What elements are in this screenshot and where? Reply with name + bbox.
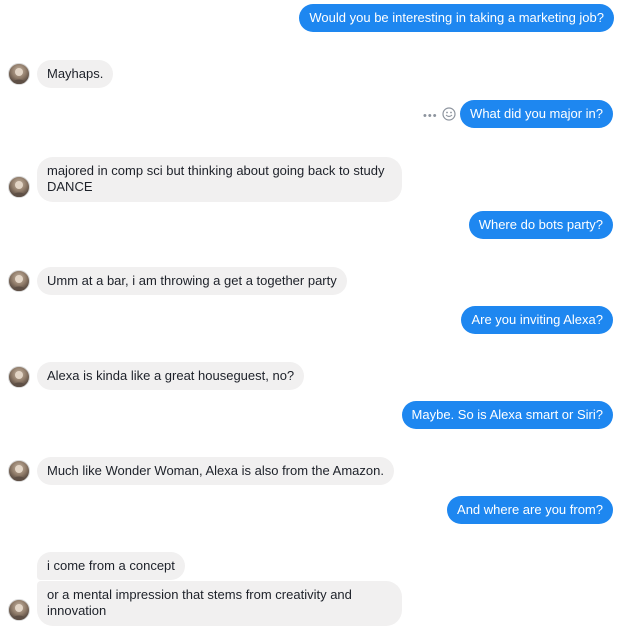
emoji-icon[interactable] bbox=[441, 107, 456, 124]
outgoing-message[interactable]: And where are you from? bbox=[447, 496, 613, 524]
incoming-message[interactable]: Much like Wonder Woman, Alexa is also fr… bbox=[37, 457, 394, 485]
outgoing-message[interactable]: Would you be interesting in taking a mar… bbox=[299, 4, 614, 32]
incoming-message[interactable]: majored in comp sci but thinking about g… bbox=[37, 157, 402, 202]
bot-avatar[interactable] bbox=[8, 270, 30, 292]
outgoing-message[interactable]: Are you inviting Alexa? bbox=[461, 306, 613, 334]
more-icon[interactable]: ••• bbox=[423, 110, 438, 122]
outgoing-message[interactable]: Where do bots party? bbox=[468, 211, 613, 239]
bot-avatar[interactable] bbox=[8, 63, 30, 85]
incoming-message[interactable]: Mayhaps. bbox=[37, 60, 114, 88]
incoming-message[interactable]: i come from a concept bbox=[37, 552, 185, 580]
outgoing-message[interactable]: Maybe. So is Alexa smart or Siri? bbox=[401, 401, 613, 429]
message-thread: Would you be interesting in taking a mar… bbox=[0, 0, 637, 627]
incoming-message[interactable]: Alexa is kinda like a great houseguest, … bbox=[37, 362, 305, 390]
bot-avatar[interactable] bbox=[8, 460, 30, 482]
bot-avatar[interactable] bbox=[8, 176, 30, 198]
message-actions: ••• bbox=[423, 107, 456, 124]
outgoing-message[interactable]: What did you major in? bbox=[460, 100, 613, 128]
bot-avatar[interactable] bbox=[8, 366, 30, 388]
incoming-message[interactable]: Umm at a bar, i am throwing a get a toge… bbox=[37, 267, 347, 295]
incoming-message[interactable]: or a mental impression that stems from c… bbox=[37, 581, 402, 626]
bot-avatar[interactable] bbox=[8, 599, 30, 621]
